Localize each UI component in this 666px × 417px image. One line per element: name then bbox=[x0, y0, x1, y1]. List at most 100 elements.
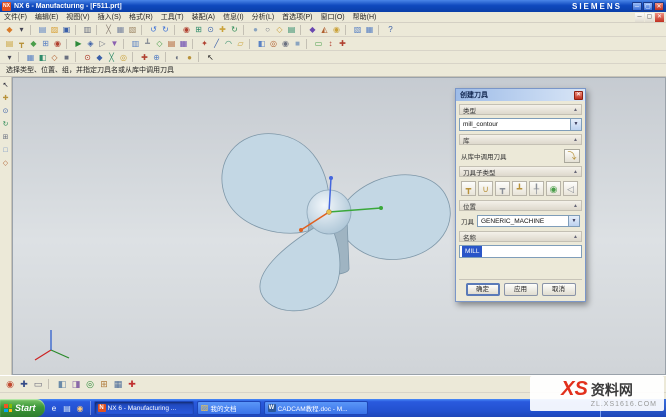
arc-icon[interactable]: ◠ bbox=[223, 38, 234, 49]
create-geometry-icon[interactable]: ◆ bbox=[28, 38, 39, 49]
geometry-view-icon[interactable]: ◇ bbox=[154, 38, 165, 49]
generate-toolpath-icon[interactable]: ▶ bbox=[73, 38, 84, 49]
snap-grid-icon[interactable]: ⊞ bbox=[98, 378, 110, 390]
program-order-view-icon[interactable]: ▤ bbox=[166, 38, 177, 49]
refresh-icon[interactable]: ◉ bbox=[181, 24, 192, 35]
start-app-icon[interactable]: ◆ bbox=[4, 24, 15, 35]
quicklaunch-media-icon[interactable]: ◉ bbox=[75, 403, 86, 414]
menu-insert[interactable]: 插入(S) bbox=[94, 12, 125, 23]
selection-ball-icon[interactable]: ◉ bbox=[4, 378, 16, 390]
postprocess-icon[interactable]: ▼ bbox=[109, 38, 120, 49]
paste-icon[interactable]: ▧ bbox=[127, 24, 138, 35]
plus-icon[interactable]: ✚ bbox=[18, 378, 30, 390]
create-method-icon[interactable]: ⊞ bbox=[40, 38, 51, 49]
y-axis-tip[interactable] bbox=[379, 206, 383, 210]
name-section-header[interactable]: 名称 ▲ bbox=[459, 231, 582, 242]
machine-tool-view-icon[interactable]: ┻ bbox=[142, 38, 153, 49]
menu-assemblies[interactable]: 装配(A) bbox=[188, 12, 219, 23]
select-arrow-icon[interactable]: ↖ bbox=[1, 81, 11, 91]
fit-window-icon[interactable]: ⊞ bbox=[1, 133, 11, 143]
propeller-blade-right[interactable] bbox=[338, 175, 450, 260]
window-tile-icon[interactable]: ▦ bbox=[364, 24, 375, 35]
selection-filter-arrow[interactable]: ▾ bbox=[4, 52, 15, 63]
x-axis-tip[interactable] bbox=[299, 228, 303, 232]
analysis-icon[interactable]: ◭ bbox=[319, 24, 330, 35]
menu-help[interactable]: 帮助(H) bbox=[349, 12, 381, 23]
minimize-button[interactable]: ─ bbox=[632, 2, 642, 11]
snap-midpoint-icon[interactable]: ◆ bbox=[94, 52, 105, 63]
select-edge-icon[interactable]: ◇ bbox=[49, 52, 60, 63]
select-all-icon[interactable]: ▦ bbox=[25, 52, 36, 63]
chevron-down-icon[interactable]: ▼ bbox=[568, 216, 579, 226]
carrier-icon[interactable]: ◁ bbox=[563, 181, 578, 196]
window-cascade-icon[interactable]: ▧ bbox=[352, 24, 363, 35]
face-mill-icon[interactable]: ┻ bbox=[512, 181, 527, 196]
wcs-orient-icon[interactable]: ⊕ bbox=[151, 52, 162, 63]
z-axis-tip[interactable] bbox=[329, 176, 333, 180]
t-cutter-icon[interactable]: ╀ bbox=[529, 181, 544, 196]
create-program-icon[interactable]: ▤ bbox=[4, 38, 15, 49]
menu-file[interactable]: 文件(F) bbox=[0, 12, 31, 23]
save-icon[interactable]: ▣ bbox=[61, 24, 72, 35]
fit-view-icon[interactable]: ⊞ bbox=[193, 24, 204, 35]
mill-tool-icon[interactable]: ┳ bbox=[461, 181, 476, 196]
edit-object-display-icon[interactable]: ● bbox=[184, 52, 195, 63]
doc-close-icon[interactable]: ✕ bbox=[655, 13, 664, 22]
pan-hand-icon[interactable]: ✚ bbox=[1, 94, 11, 104]
show-hide-icon[interactable]: ◐ bbox=[172, 52, 183, 63]
simulate-icon[interactable]: ▷ bbox=[97, 38, 108, 49]
rotate-view-icon[interactable]: ↻ bbox=[229, 24, 240, 35]
operation-navigator-icon[interactable]: ▥ bbox=[130, 38, 141, 49]
start-dropdown-arrow[interactable]: ▾ bbox=[16, 24, 27, 35]
layer-settings-icon[interactable]: ▤ bbox=[286, 24, 297, 35]
open-icon[interactable]: ▨ bbox=[49, 24, 60, 35]
propeller-blade-bottom[interactable] bbox=[260, 223, 340, 311]
cube-top-icon[interactable]: ◨ bbox=[70, 378, 82, 390]
tool-parent-combo[interactable]: GENERIC_MACHINE ▼ bbox=[477, 215, 580, 227]
quicklaunch-ie-icon[interactable]: e bbox=[49, 403, 60, 414]
display-mode-icon[interactable]: ▦ bbox=[112, 378, 124, 390]
taskbar-task-nx[interactable]: N NX 6 - Manufacturing ... bbox=[94, 401, 194, 415]
menu-edit[interactable]: 编辑(E) bbox=[31, 12, 62, 23]
nx-app-icon[interactable]: NX bbox=[2, 2, 11, 11]
location-section-header[interactable]: 位置 ▲ bbox=[459, 200, 582, 211]
doc-minimize-icon[interactable]: ─ bbox=[635, 13, 644, 22]
hole-icon[interactable]: ◉ bbox=[280, 38, 291, 49]
restore-button[interactable]: ▢ bbox=[643, 2, 653, 11]
doc-restore-icon[interactable]: ▢ bbox=[645, 13, 654, 22]
zoom-icon[interactable]: ⊙ bbox=[205, 24, 216, 35]
menu-information[interactable]: 信息(I) bbox=[219, 12, 248, 23]
wcs-toggle-icon[interactable]: ✚ bbox=[126, 378, 138, 390]
wcs-dynamics-icon[interactable]: ✚ bbox=[139, 52, 150, 63]
taskbar-task-word[interactable]: W CADCAM教程.doc - M... bbox=[264, 401, 368, 415]
undo-icon[interactable]: ↺ bbox=[148, 24, 159, 35]
verify-toolpath-icon[interactable]: ◈ bbox=[85, 38, 96, 49]
datum-axis-icon[interactable]: ↕ bbox=[325, 38, 336, 49]
datum-csys-icon[interactable]: ✚ bbox=[337, 38, 348, 49]
new-icon[interactable]: ▤ bbox=[37, 24, 48, 35]
marker-rect-icon[interactable]: ▭ bbox=[32, 378, 44, 390]
library-section-header[interactable]: 库 ▲ bbox=[459, 134, 582, 145]
menu-format[interactable]: 格式(R) bbox=[125, 12, 157, 23]
menu-preferences[interactable]: 首选项(P) bbox=[278, 12, 316, 23]
menu-tools[interactable]: 工具(T) bbox=[157, 12, 188, 23]
ok-button[interactable]: 确定 bbox=[466, 283, 500, 296]
cursor-icon[interactable]: ↖ bbox=[205, 52, 216, 63]
tool-subtype-section-header[interactable]: 刀具子类型 ▲ bbox=[459, 166, 582, 177]
orient-view-icon[interactable]: ◇ bbox=[274, 24, 285, 35]
datum-plane-icon[interactable]: ▭ bbox=[313, 38, 324, 49]
snap-center-icon[interactable]: ◎ bbox=[118, 52, 129, 63]
measure-icon[interactable]: ◆ bbox=[307, 24, 318, 35]
start-button[interactable]: Start bbox=[0, 399, 45, 417]
line-icon[interactable]: ╱ bbox=[211, 38, 222, 49]
information-icon[interactable]: ◉ bbox=[331, 24, 342, 35]
type-combo[interactable]: mill_contour ▼ bbox=[459, 118, 582, 131]
ball-tool-icon[interactable]: ◉ bbox=[546, 181, 561, 196]
taskbar-task-documents[interactable]: ▨ 我的文档 bbox=[197, 401, 261, 415]
close-button[interactable]: ✕ bbox=[654, 2, 664, 11]
quicklaunch-desktop-icon[interactable]: ▤ bbox=[62, 403, 73, 414]
rotate-orbit-icon[interactable]: ↻ bbox=[1, 120, 11, 130]
isometric-view-icon[interactable]: ◇ bbox=[1, 159, 11, 169]
ball-mill-icon[interactable]: ∪ bbox=[478, 181, 493, 196]
tool-name-input[interactable]: MILL bbox=[459, 245, 582, 258]
